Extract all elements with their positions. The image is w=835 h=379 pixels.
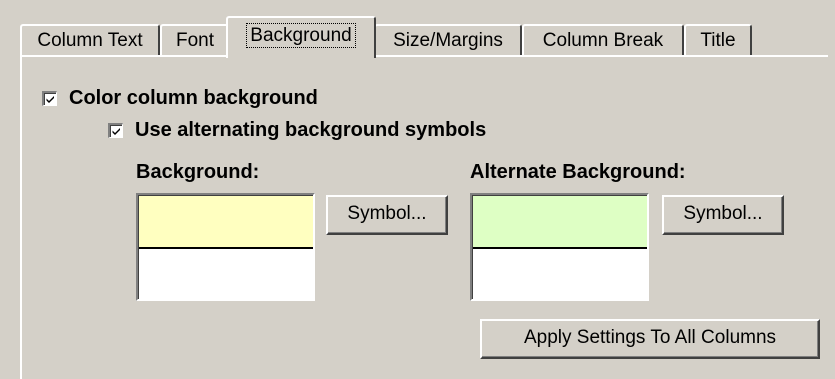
tab-label: Size/Margins: [393, 30, 503, 51]
color-column-background-checkbox[interactable]: [42, 91, 57, 106]
alternate-color-preview: [473, 196, 647, 249]
alternating-background-label: Use alternating background symbols: [135, 119, 487, 141]
background-color-preview: [139, 196, 313, 249]
apply-settings-button[interactable]: Apply Settings To All Columns: [480, 319, 820, 359]
background-tab-dialog: Column Text Font Background Size/Margins…: [0, 0, 835, 379]
checkmark-icon: [46, 96, 54, 103]
alternate-symbol-button[interactable]: Symbol...: [662, 195, 784, 235]
alternating-background-checkbox[interactable]: [108, 123, 123, 138]
alternate-background-swatch[interactable]: [470, 193, 649, 301]
checkmark-icon: [112, 128, 120, 135]
tab-label: Background: [246, 23, 356, 48]
tab-strip: Column Text Font Background Size/Margins…: [20, 14, 830, 58]
tab-column-text[interactable]: Column Text: [20, 24, 160, 55]
color-column-background-option[interactable]: Color column background: [42, 87, 318, 110]
tab-label: Title: [700, 30, 736, 51]
color-column-background-label: Color column background: [69, 87, 318, 109]
tab-background[interactable]: Background: [226, 16, 376, 58]
swatch-frame: [138, 195, 313, 299]
tab-label: Column Text: [37, 30, 143, 51]
tab-column-break[interactable]: Column Break: [522, 24, 684, 55]
tab-panel-background: Color column background Use alternating …: [20, 55, 828, 379]
tab-size-margins[interactable]: Size/Margins: [374, 24, 522, 55]
background-symbol-button[interactable]: Symbol...: [326, 195, 448, 235]
alternate-background-label: Alternate Background:: [470, 161, 686, 183]
background-label: Background:: [136, 161, 260, 183]
alternate-white-preview: [473, 249, 647, 299]
tab-font[interactable]: Font: [160, 24, 230, 55]
tab-label: Column Break: [542, 30, 664, 51]
alternating-background-option[interactable]: Use alternating background symbols: [108, 119, 486, 142]
swatch-frame: [472, 195, 647, 299]
tab-label: Font: [175, 30, 215, 51]
tab-title[interactable]: Title: [684, 24, 752, 55]
background-white-preview: [139, 249, 313, 299]
background-swatch[interactable]: [136, 193, 315, 301]
